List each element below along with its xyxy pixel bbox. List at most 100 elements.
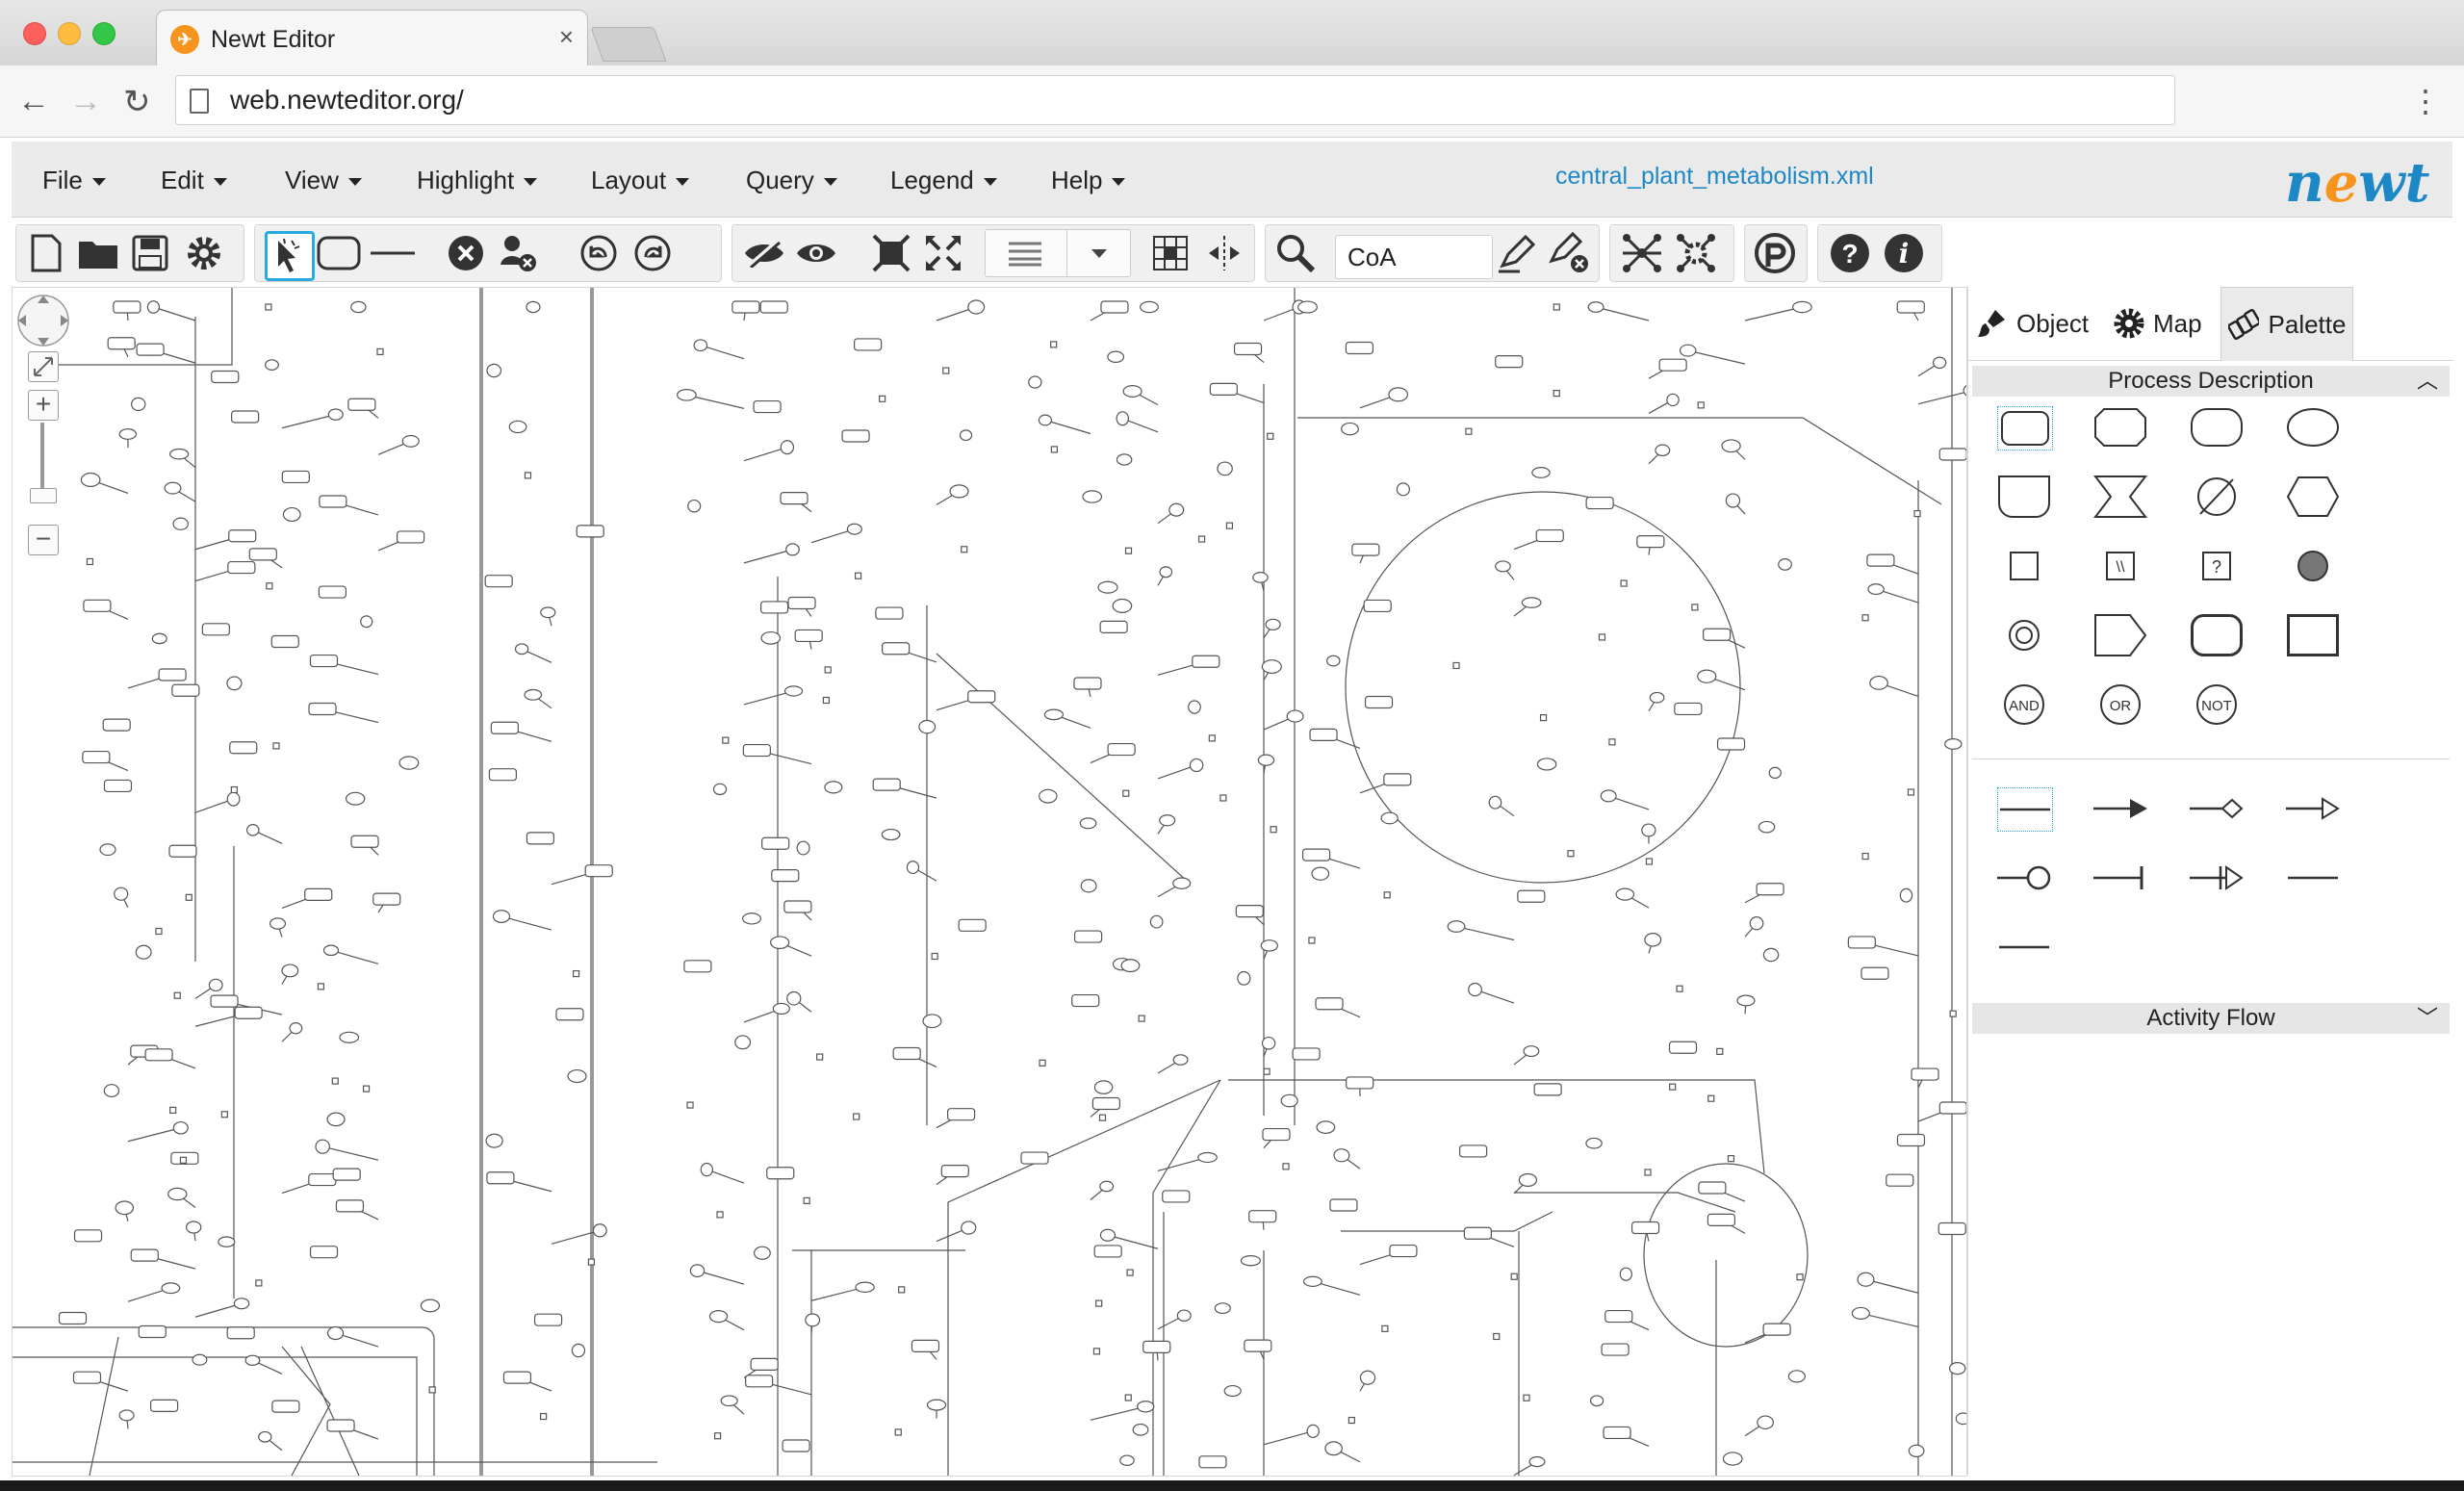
enzyme-node[interactable] (1020, 1151, 1049, 1165)
process-node[interactable] (1697, 401, 1705, 409)
process-node[interactable] (540, 1412, 548, 1421)
reaction-edge[interactable] (153, 306, 196, 321)
enzyme-node[interactable] (1262, 1127, 1291, 1142)
metabolite-node[interactable] (1132, 1423, 1149, 1436)
process-node[interactable] (169, 1106, 177, 1114)
metabolite-node[interactable] (708, 1310, 729, 1324)
tag-glyph[interactable] (2093, 614, 2147, 656)
process-node[interactable] (524, 472, 532, 479)
inhibition-arc-glyph[interactable] (2093, 857, 2147, 899)
enzyme-node[interactable] (1533, 1083, 1562, 1096)
metabolite-node[interactable] (1644, 933, 1662, 947)
metabolite-node[interactable] (567, 1068, 587, 1084)
show-icon[interactable] (794, 231, 838, 275)
metabolite-node[interactable] (1619, 1267, 1632, 1281)
process-node[interactable] (376, 347, 384, 356)
process-node[interactable] (272, 742, 280, 750)
metabolite-node[interactable] (1261, 659, 1282, 675)
enzyme-node[interactable] (83, 599, 112, 612)
metabolite-node[interactable] (1214, 1302, 1231, 1314)
enzyme-node[interactable] (1364, 695, 1394, 709)
metabolite-node[interactable] (258, 1430, 272, 1443)
about-icon[interactable]: i (1882, 231, 1926, 275)
page-info-icon[interactable] (190, 89, 209, 114)
help-icon[interactable]: ? (1828, 231, 1872, 275)
metabolite-node[interactable] (1240, 1255, 1261, 1267)
back-icon[interactable]: ← (17, 83, 50, 120)
process-description-header[interactable]: Process Description ︿ (1972, 366, 2450, 397)
menu-file[interactable]: File (42, 166, 106, 195)
zoom-slider-handle[interactable] (30, 488, 57, 503)
metabolite-node[interactable] (540, 606, 556, 619)
enzyme-node[interactable] (1463, 1226, 1493, 1240)
enzyme-node[interactable] (854, 338, 883, 351)
metabolite-node[interactable] (1260, 939, 1278, 952)
enzyme-node[interactable] (1198, 1455, 1227, 1469)
metabolite-node[interactable] (1176, 1309, 1192, 1322)
enzyme-node[interactable] (130, 1248, 159, 1262)
process-node[interactable] (716, 1211, 724, 1219)
enzyme-node[interactable] (1459, 1144, 1488, 1158)
enzyme-node[interactable] (201, 623, 230, 636)
process-node[interactable] (331, 1077, 339, 1085)
metabolite-node[interactable] (1149, 914, 1164, 929)
metabolite-node[interactable] (1261, 1036, 1276, 1050)
enzyme-node[interactable] (1698, 1181, 1727, 1195)
metabolite-node[interactable] (192, 1353, 208, 1366)
metabolite-node[interactable] (1257, 754, 1275, 766)
metabolite-node[interactable] (1082, 490, 1103, 503)
metabolite-node[interactable] (1757, 1415, 1774, 1429)
metabolite-node[interactable] (1488, 795, 1502, 810)
metabolite-node[interactable] (339, 1031, 360, 1043)
metabolite-node[interactable] (1116, 453, 1133, 466)
process-node[interactable] (428, 1386, 436, 1394)
process-node[interactable] (1095, 1299, 1103, 1307)
process-node[interactable] (1465, 427, 1473, 435)
metabolite-node[interactable] (289, 1022, 303, 1035)
metabolite-node[interactable] (99, 843, 116, 857)
menu-layout[interactable]: Layout (591, 166, 690, 195)
enzyme-node[interactable] (228, 529, 257, 543)
process-node[interactable] (824, 666, 832, 674)
enzyme-node[interactable] (488, 768, 518, 782)
enzyme-node[interactable] (308, 702, 337, 716)
tab-palette[interactable]: Palette (2220, 287, 2353, 361)
enzyme-node[interactable] (1345, 341, 1374, 355)
process-node[interactable] (1716, 1047, 1724, 1055)
metabolite-node[interactable] (1851, 1306, 1870, 1320)
metabolite-node[interactable] (508, 420, 527, 434)
enzyme-node[interactable] (1866, 553, 1895, 567)
enzyme-node[interactable] (248, 548, 277, 561)
process-node[interactable] (1092, 1348, 1101, 1355)
enzyme-node[interactable] (138, 1324, 167, 1339)
reaction-edge[interactable] (281, 414, 336, 429)
metabolite-node[interactable] (846, 523, 862, 535)
enzyme-node[interactable] (1716, 737, 1746, 751)
enzyme-node[interactable] (1495, 355, 1524, 369)
enzyme-node[interactable] (1351, 543, 1380, 556)
process-node[interactable] (1553, 303, 1560, 311)
metabolite-node[interactable] (1237, 970, 1251, 986)
metabolite-node[interactable] (1587, 301, 1604, 313)
enzyme-node[interactable] (82, 750, 111, 764)
metabolite-node[interactable] (80, 472, 101, 488)
process-node[interactable] (572, 969, 580, 978)
new-file-icon[interactable] (24, 231, 68, 275)
metabolite-node[interactable] (1112, 598, 1133, 613)
metabolite-node[interactable] (1388, 387, 1409, 402)
process-node[interactable] (1050, 446, 1058, 453)
process-node[interactable] (1381, 1324, 1389, 1332)
and-operator-glyph[interactable]: AND (1997, 683, 2051, 726)
enzyme-node[interactable] (72, 1371, 102, 1384)
grid-icon[interactable] (1148, 231, 1193, 275)
process-node[interactable] (1383, 891, 1391, 899)
guidelines-icon[interactable] (1202, 231, 1246, 275)
enzyme-node[interactable] (1938, 448, 1966, 461)
metabolite-node[interactable] (1217, 461, 1233, 476)
enzyme-node[interactable] (486, 1171, 515, 1185)
process-node[interactable] (265, 303, 272, 311)
process-node[interactable] (898, 1286, 906, 1294)
zoom-slider-track[interactable] (40, 423, 44, 490)
enzyme-node[interactable] (1938, 1101, 1966, 1115)
metabolite-node[interactable] (769, 936, 790, 949)
